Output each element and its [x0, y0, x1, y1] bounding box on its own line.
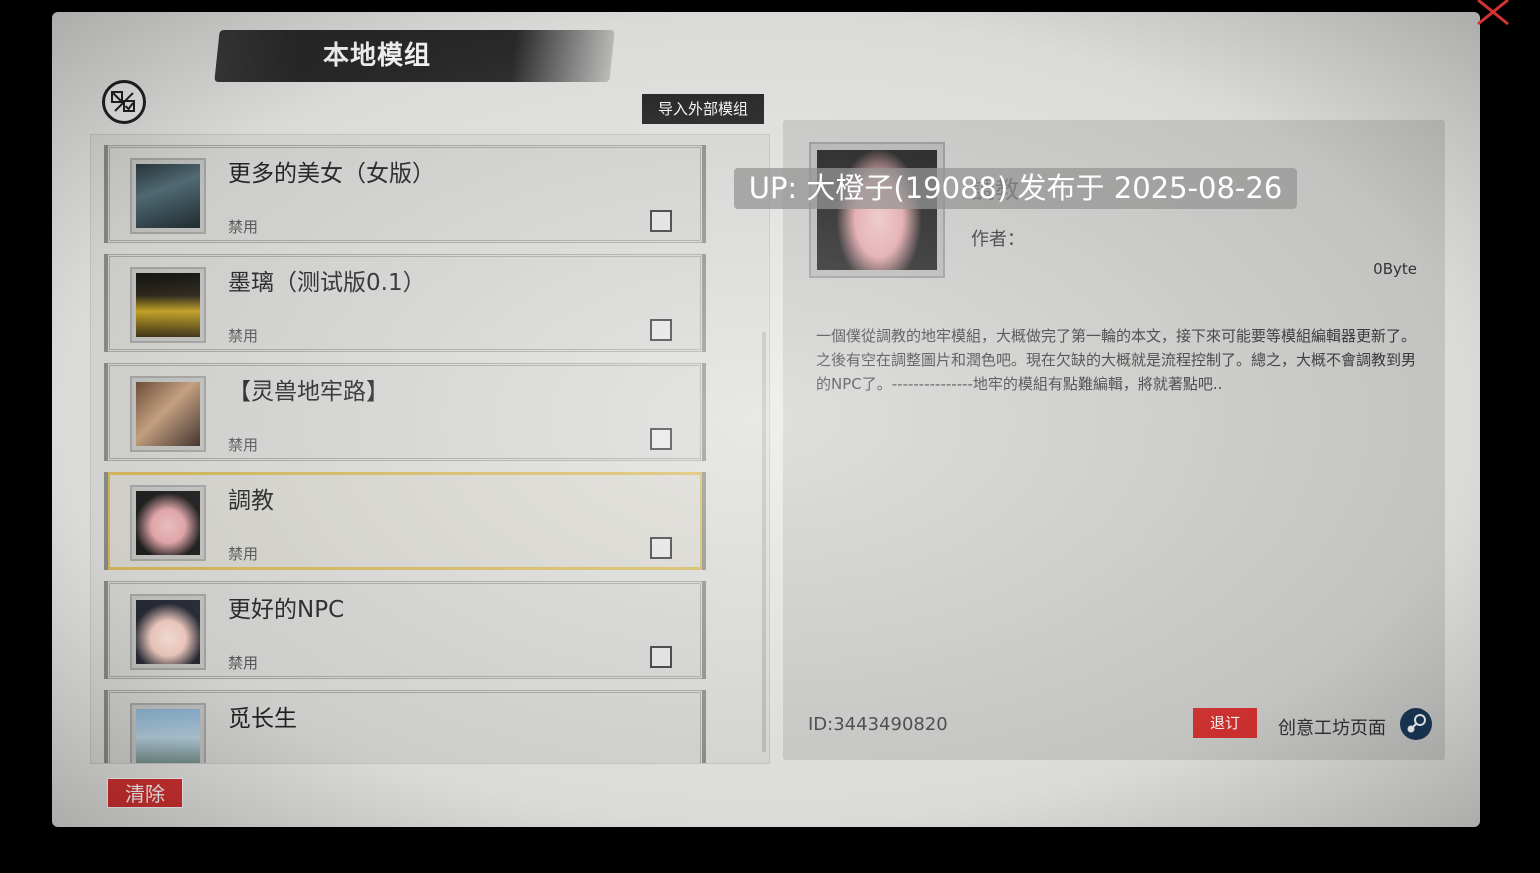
- mod-size: 0Byte: [1373, 260, 1417, 278]
- mod-id: ID:3443490820: [808, 714, 948, 735]
- mod-name: 【灵兽地牢路】: [228, 379, 389, 405]
- mod-list-item[interactable]: 更多的美女（女版） 禁用: [104, 145, 706, 243]
- mod-list-scrollbar[interactable]: [762, 332, 766, 752]
- mod-status: 禁用: [228, 327, 259, 345]
- mod-name: 調教: [228, 488, 274, 514]
- clear-button[interactable]: 清除: [107, 778, 183, 808]
- mod-name: 墨璃（测试版0.1）: [228, 270, 426, 296]
- import-external-mod-button[interactable]: 导入外部模组: [642, 94, 764, 124]
- mod-name: 觅长生: [228, 706, 297, 732]
- page-title: 本地模组: [322, 41, 431, 71]
- mod-name: 更多的美女（女版）: [228, 161, 435, 187]
- mod-name: 更好的NPC: [228, 597, 345, 623]
- mod-description: 一個僕從調教的地牢模組，大概做完了第一輪的本文，接下來可能要等模組編輯器更新了。…: [816, 327, 1417, 393]
- mod-list-item[interactable]: 【灵兽地牢路】 禁用: [104, 363, 706, 461]
- mod-detail-panel: 調教 作者： 0Byte 一個僕從調教的地牢模組，大概做完了第一輪的本文，接下來…: [783, 120, 1445, 760]
- mod-list-item[interactable]: 更好的NPC 禁用: [104, 581, 706, 679]
- mod-author: 作者：: [971, 229, 1025, 250]
- toggle-mods-icon[interactable]: [102, 80, 146, 124]
- mod-thumbnail: [130, 267, 206, 343]
- mod-thumbnail: [130, 376, 206, 452]
- mod-status: 禁用: [228, 545, 259, 563]
- mod-status: 禁用: [228, 654, 259, 672]
- mod-thumbnail: [130, 485, 206, 561]
- mod-detail-thumbnail: [809, 142, 945, 278]
- mod-thumbnail: [130, 594, 206, 670]
- mod-status: 禁用: [228, 436, 259, 454]
- close-icon[interactable]: [1474, 0, 1512, 26]
- mod-list-item-selected[interactable]: 調教 禁用: [104, 472, 706, 570]
- mod-thumbnail: [130, 703, 206, 763]
- mod-enable-checkbox[interactable]: [650, 537, 672, 559]
- mod-list: 更多的美女（女版） 禁用 墨璃（测试版0.1） 禁用 【灵兽地牢路】 禁用 調教: [90, 134, 770, 764]
- unsubscribe-button[interactable]: 退订: [1193, 708, 1257, 738]
- steam-icon[interactable]: [1400, 708, 1432, 740]
- mod-enable-checkbox[interactable]: [650, 428, 672, 450]
- mod-manager-window: 本地模组 导入外部模组 更多的美女（女版） 禁用 墨璃（测试版0.1） 禁用 【…: [52, 12, 1480, 827]
- mod-thumbnail: [130, 158, 206, 234]
- upload-info-overlay: UP: 大橙子(19088) 发布于 2025-08-26: [734, 168, 1297, 209]
- mod-status: 禁用: [228, 218, 259, 236]
- mod-enable-checkbox[interactable]: [650, 319, 672, 341]
- mod-list-item[interactable]: 觅长生: [104, 690, 706, 763]
- mod-list-item[interactable]: 墨璃（测试版0.1） 禁用: [104, 254, 706, 352]
- mod-enable-checkbox[interactable]: [650, 646, 672, 668]
- mod-enable-checkbox[interactable]: [650, 210, 672, 232]
- workshop-page-link[interactable]: 创意工坊页面: [1278, 714, 1386, 740]
